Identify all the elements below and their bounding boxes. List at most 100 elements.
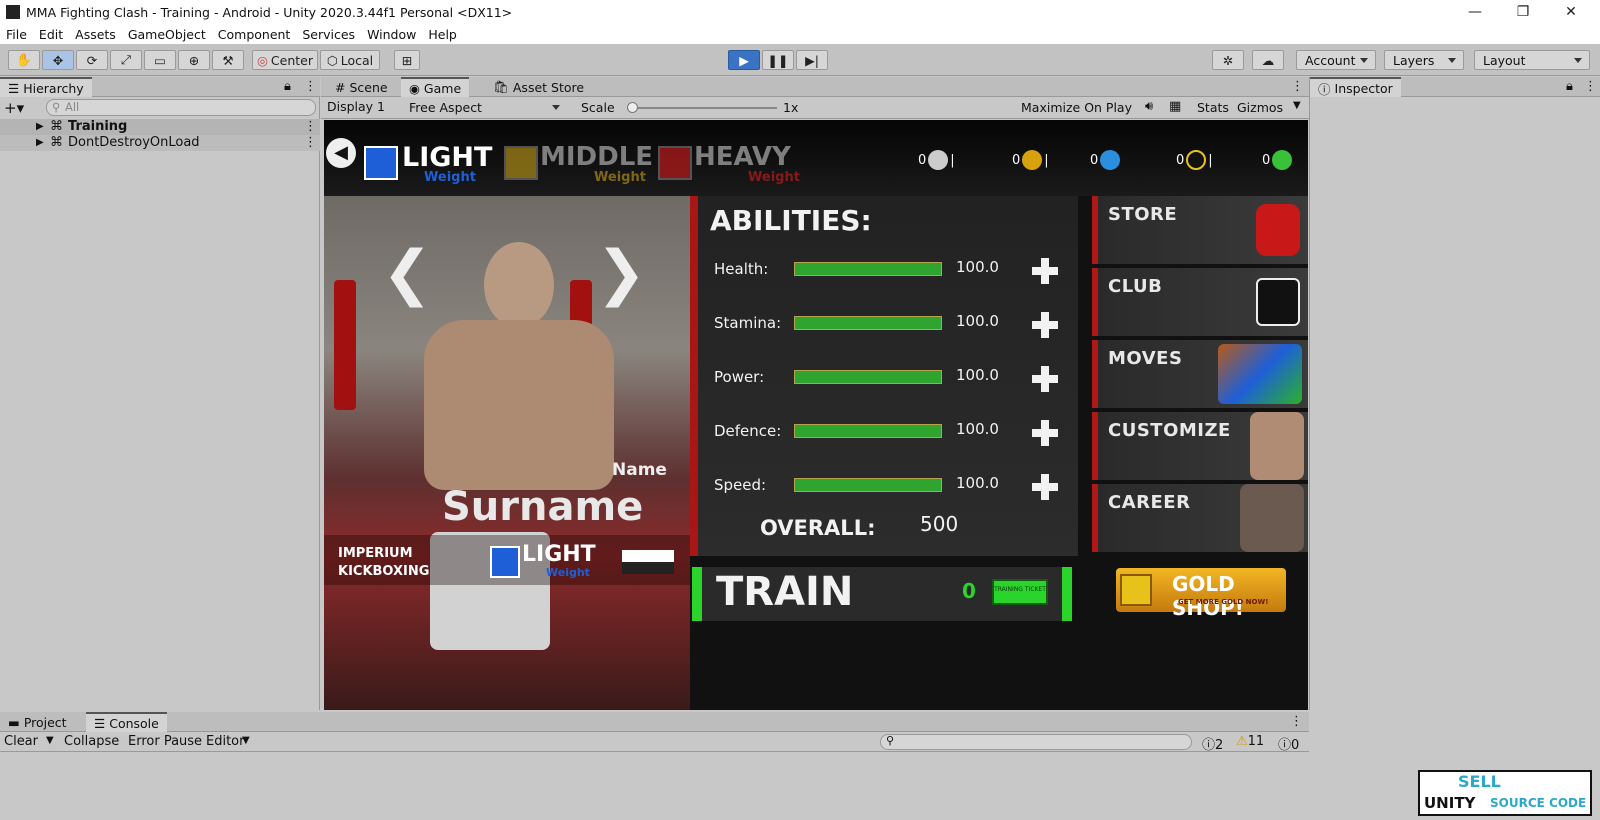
- item-menu-icon[interactable]: ⋮: [304, 119, 317, 134]
- menu-bar: File Edit Assets GameObject Component Se…: [0, 24, 1600, 44]
- pause-button[interactable]: ❚❚: [762, 50, 794, 70]
- list-item[interactable]: ▶ ⌘ Training ⋮: [0, 119, 320, 135]
- hand-tool-icon[interactable]: ✋: [8, 50, 40, 70]
- ability-bar-fill: [795, 317, 941, 329]
- menu-help[interactable]: Help: [428, 27, 457, 42]
- custom-tool-icon[interactable]: ⚒: [212, 50, 244, 70]
- lock-icon[interactable]: 🔒︎: [1566, 79, 1573, 94]
- ability-bar: [794, 316, 942, 330]
- increase-ability-button[interactable]: [1032, 420, 1058, 446]
- editor-dropdown[interactable]: Editor: [206, 734, 244, 749]
- menu-services[interactable]: Services: [302, 27, 355, 42]
- menu-file[interactable]: File: [6, 27, 27, 42]
- career-button[interactable]: CAREER: [1092, 484, 1308, 552]
- display-dropdown[interactable]: Display 1: [327, 99, 407, 117]
- console-search-input[interactable]: ⚲: [880, 734, 1192, 750]
- menu-window[interactable]: Window: [367, 27, 416, 42]
- layout-dropdown[interactable]: Layout: [1474, 50, 1590, 70]
- weight-middle-button[interactable]: MIDDLE Weight: [504, 142, 653, 185]
- vsync-icon[interactable]: ▦: [1169, 99, 1181, 114]
- aspect-dropdown[interactable]: Free Aspect: [401, 98, 567, 117]
- hierarchy-list-icon: ☰: [8, 80, 20, 96]
- minimize-button[interactable]: —: [1452, 0, 1498, 24]
- cloud-icon[interactable]: ☁: [1252, 50, 1284, 70]
- chevron-down-icon[interactable]: ▼: [242, 735, 250, 746]
- increase-ability-button[interactable]: [1032, 366, 1058, 392]
- fighter-silhouette-icon: [658, 146, 692, 180]
- collapse-toggle[interactable]: Collapse: [64, 734, 119, 749]
- gizmos-dropdown[interactable]: Gizmos: [1237, 100, 1283, 115]
- increase-ability-button[interactable]: [1032, 474, 1058, 500]
- scale-slider[interactable]: [627, 102, 777, 113]
- move-tool-icon[interactable]: ✥: [42, 50, 74, 70]
- account-dropdown[interactable]: Account: [1296, 50, 1376, 70]
- tab-game[interactable]: ◉ Game: [401, 77, 470, 97]
- list-item[interactable]: ▶ ⌘ DontDestroyOnLoad ⋮: [0, 135, 320, 151]
- ticket-count: 0: [962, 579, 976, 603]
- maximize-on-play-toggle[interactable]: Maximize On Play: [1021, 100, 1132, 115]
- step-button[interactable]: ▶|: [796, 50, 828, 70]
- scale-tool-icon[interactable]: ⤢: [110, 50, 142, 70]
- clear-button[interactable]: Clear: [4, 734, 38, 749]
- hierarchy-search-input[interactable]: ⚲ All: [46, 99, 316, 116]
- tab-scene[interactable]: # Scene: [327, 77, 396, 97]
- panel-menu-icon[interactable]: ⋮: [1290, 714, 1303, 729]
- currency-gold: 0 |: [1012, 150, 1049, 170]
- panel-menu-icon[interactable]: ⋮: [1291, 79, 1304, 94]
- tab-asset-store[interactable]: 🛍︎ Asset Store: [485, 77, 592, 97]
- collab-icon[interactable]: ✲: [1212, 50, 1244, 70]
- panel-menu-icon[interactable]: ⋮: [1584, 79, 1597, 94]
- increase-ability-button[interactable]: [1032, 312, 1058, 338]
- close-button[interactable]: ✕: [1548, 0, 1594, 24]
- error-pause-toggle[interactable]: Error Pause: [128, 734, 202, 749]
- back-button[interactable]: ◀: [326, 138, 356, 168]
- error-count[interactable]: ⓘ0: [1278, 734, 1299, 753]
- pivot-local-button[interactable]: ⬡ Local: [320, 50, 380, 70]
- gold-shop-button[interactable]: GOLD SHOP! GET MORE GOLD NOW!: [1116, 568, 1286, 620]
- tab-inspector[interactable]: ⓘ Inspector: [1310, 77, 1401, 97]
- menu-component[interactable]: Component: [218, 27, 291, 42]
- rotate-tool-icon[interactable]: ⟳: [76, 50, 108, 70]
- panel-menu-icon[interactable]: ⋮: [304, 79, 317, 94]
- transform-tool-icon[interactable]: ⊕: [178, 50, 210, 70]
- fighter-silhouette-icon: [364, 146, 398, 180]
- weight-light-button[interactable]: LIGHT Weight: [364, 142, 504, 185]
- menu-assets[interactable]: Assets: [75, 27, 116, 42]
- ability-bar: [794, 478, 942, 492]
- expand-arrow-icon[interactable]: ▶: [36, 137, 44, 148]
- play-button[interactable]: ▶: [728, 50, 760, 70]
- chevron-down-icon[interactable]: ▼: [46, 735, 54, 746]
- increase-ability-button[interactable]: [1032, 258, 1058, 284]
- tab-project[interactable]: ▬ Project: [0, 712, 75, 732]
- slider-handle[interactable]: [627, 102, 638, 113]
- item-menu-icon[interactable]: ⋮: [304, 135, 317, 150]
- restore-button[interactable]: ❐: [1500, 0, 1546, 24]
- warning-count[interactable]: ⚠11: [1236, 734, 1264, 749]
- stats-toggle[interactable]: Stats: [1197, 100, 1229, 115]
- mute-audio-icon[interactable]: 🔊︎: [1145, 99, 1153, 114]
- ability-row: Defence: 100.0: [324, 420, 1084, 450]
- menu-gameobject[interactable]: GameObject: [128, 27, 206, 42]
- tab-hierarchy[interactable]: ☰ Hierarchy: [0, 77, 92, 97]
- store-button[interactable]: STORE: [1092, 196, 1308, 264]
- ability-bar-fill: [795, 371, 941, 383]
- tab-console[interactable]: ☰ Console: [86, 712, 167, 732]
- currency-fist: 0: [1262, 150, 1293, 170]
- info-count[interactable]: ⓘ2: [1202, 734, 1223, 753]
- layers-dropdown[interactable]: Layers: [1384, 50, 1464, 70]
- chevron-down-icon[interactable]: ▼: [1293, 100, 1301, 111]
- customize-button[interactable]: CUSTOMIZE: [1092, 412, 1308, 480]
- grid-snap-icon[interactable]: ⊞: [394, 50, 420, 70]
- rect-tool-icon[interactable]: ▭: [144, 50, 176, 70]
- game-view: ◀ LIGHT Weight MIDDLE Weight HEAVY Weigh…: [324, 120, 1308, 710]
- expand-arrow-icon[interactable]: ▶: [36, 121, 44, 132]
- weight-heavy-button[interactable]: HEAVY Weight: [658, 142, 804, 185]
- moves-button[interactable]: MOVES: [1092, 340, 1308, 408]
- create-button[interactable]: +▾: [4, 99, 34, 117]
- train-button[interactable]: TRAIN 0 TRAINING TICKET: [692, 567, 1072, 621]
- lock-icon[interactable]: 🔒︎: [284, 79, 291, 94]
- boxer-portrait-icon: [1240, 484, 1304, 552]
- club-button[interactable]: CLUB: [1092, 268, 1308, 336]
- pivot-center-button[interactable]: ◎ Center: [252, 50, 318, 70]
- menu-edit[interactable]: Edit: [39, 27, 63, 42]
